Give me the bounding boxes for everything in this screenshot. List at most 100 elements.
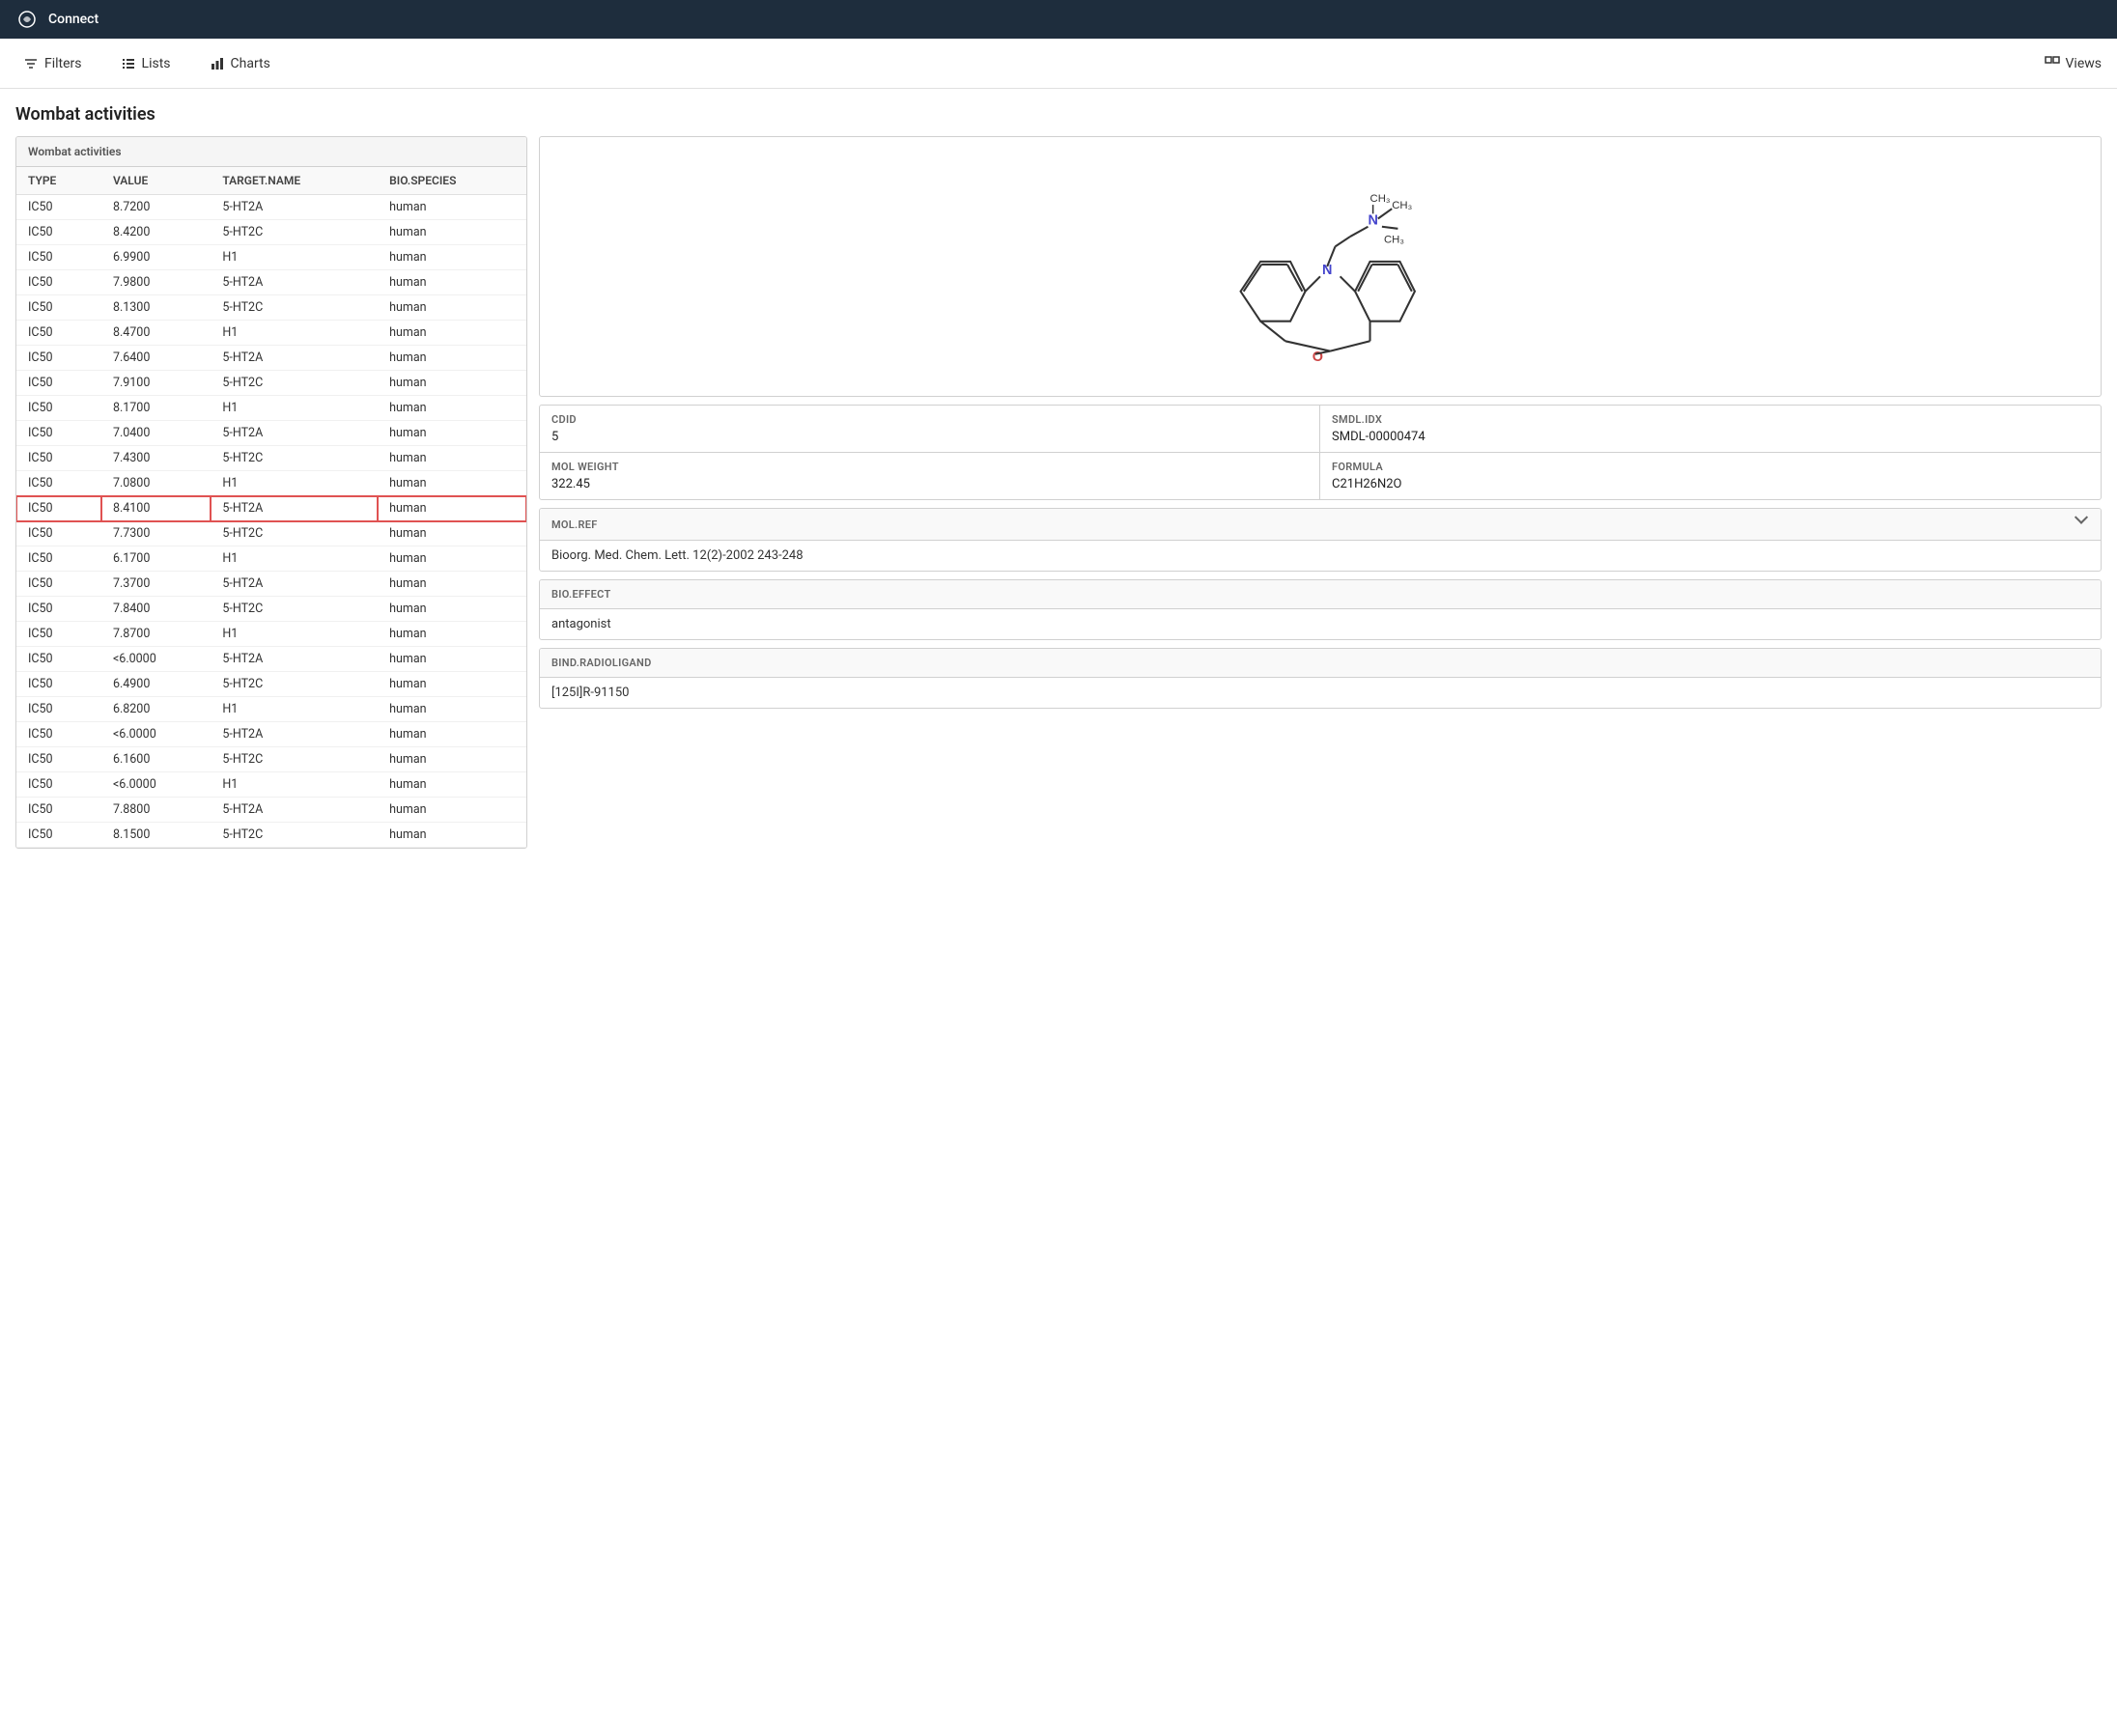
- cell-0-3: human: [378, 195, 526, 220]
- svg-text:O: O: [1313, 350, 1323, 365]
- views-icon: [2045, 56, 2060, 71]
- cell-15-1: 7.3700: [101, 572, 211, 597]
- table-row[interactable]: IC50<6.00005-HT2Ahuman: [16, 722, 526, 747]
- cell-1-3: human: [378, 220, 526, 245]
- cell-18-3: human: [378, 647, 526, 672]
- smdl-label: SMDL.IDX: [1332, 413, 2089, 426]
- table-row[interactable]: IC506.9900H1human: [16, 245, 526, 270]
- smdl-value: SMDL-00000474: [1332, 430, 2089, 444]
- cell-16-3: human: [378, 597, 526, 622]
- table-row[interactable]: IC507.91005-HT2Chuman: [16, 371, 526, 396]
- table-row[interactable]: IC507.64005-HT2Ahuman: [16, 346, 526, 371]
- mol-ref-header: MOL.REF: [540, 509, 2101, 541]
- charts-button[interactable]: Charts: [202, 50, 278, 77]
- table-row[interactable]: IC506.8200H1human: [16, 697, 526, 722]
- cell-15-0: IC50: [16, 572, 101, 597]
- svg-text:CH₃: CH₃: [1392, 200, 1412, 211]
- bind-value: [125I]R-91150: [540, 678, 2101, 708]
- cell-13-2: 5-HT2C: [211, 521, 378, 546]
- table-row[interactable]: IC508.72005-HT2Ahuman: [16, 195, 526, 220]
- table-row[interactable]: IC508.15005-HT2Chuman: [16, 823, 526, 848]
- filters-button[interactable]: Filters: [15, 50, 90, 77]
- cell-20-0: IC50: [16, 697, 101, 722]
- table-header-row: TYPE VALUE TARGET.NAME BIO.SPECIES: [16, 167, 526, 195]
- views-button[interactable]: Views: [2045, 56, 2103, 71]
- formula-value: C21H26N2O: [1332, 477, 2089, 491]
- cell-19-1: 6.4900: [101, 672, 211, 697]
- cell-11-0: IC50: [16, 471, 101, 496]
- mol-ref-value: Bioorg. Med. Chem. Lett. 12(2)-2002 243-…: [540, 541, 2101, 571]
- cell-7-2: 5-HT2C: [211, 371, 378, 396]
- cdid-label: CdId: [551, 413, 1308, 426]
- table-row[interactable]: IC507.88005-HT2Ahuman: [16, 798, 526, 823]
- bind-label: BIND.RADIOLIGAND: [540, 649, 2101, 678]
- table-row[interactable]: IC50<6.00005-HT2Ahuman: [16, 647, 526, 672]
- cell-13-1: 7.7300: [101, 521, 211, 546]
- table-row[interactable]: IC506.16005-HT2Chuman: [16, 747, 526, 772]
- table-row[interactable]: IC506.49005-HT2Chuman: [16, 672, 526, 697]
- cell-22-1: 6.1600: [101, 747, 211, 772]
- table-row[interactable]: IC507.84005-HT2Chuman: [16, 597, 526, 622]
- cell-11-1: 7.0800: [101, 471, 211, 496]
- cell-23-1: <6.0000: [101, 772, 211, 798]
- table-row[interactable]: IC508.1700H1human: [16, 396, 526, 421]
- col-value: VALUE: [101, 167, 211, 195]
- cell-22-3: human: [378, 747, 526, 772]
- table-panel-header: Wombat activities: [16, 137, 526, 167]
- cell-7-0: IC50: [16, 371, 101, 396]
- cell-9-2: 5-HT2A: [211, 421, 378, 446]
- svg-text:CH₃: CH₃: [1384, 234, 1404, 245]
- cell-6-2: 5-HT2A: [211, 346, 378, 371]
- cell-25-0: IC50: [16, 823, 101, 848]
- cell-3-3: human: [378, 270, 526, 295]
- cell-9-3: human: [378, 421, 526, 446]
- cell-0-1: 8.7200: [101, 195, 211, 220]
- table-row[interactable]: IC508.4700H1human: [16, 321, 526, 346]
- cell-21-0: IC50: [16, 722, 101, 747]
- page-title: Wombat activities: [15, 104, 2102, 125]
- cell-21-1: <6.0000: [101, 722, 211, 747]
- detail-panel: N O N CH₃ CH₃ CH: [539, 136, 2102, 716]
- cell-12-0: IC50: [16, 496, 101, 521]
- cell-0-2: 5-HT2A: [211, 195, 378, 220]
- lists-label: Lists: [142, 56, 171, 71]
- table-row[interactable]: IC507.37005-HT2Ahuman: [16, 572, 526, 597]
- bio-effect-value: antagonist: [540, 609, 2101, 639]
- table-row[interactable]: IC507.43005-HT2Chuman: [16, 446, 526, 471]
- cell-6-0: IC50: [16, 346, 101, 371]
- table-row[interactable]: IC507.73005-HT2Chuman: [16, 521, 526, 546]
- cell-2-2: H1: [211, 245, 378, 270]
- table-row[interactable]: IC508.42005-HT2Chuman: [16, 220, 526, 245]
- table-row[interactable]: IC507.8700H1human: [16, 622, 526, 647]
- cell-20-2: H1: [211, 697, 378, 722]
- table-row[interactable]: IC508.41005-HT2Ahuman: [16, 496, 526, 521]
- table-panel: Wombat activities TYPE VALUE TARGET.NAME…: [15, 136, 527, 849]
- table-row[interactable]: IC507.04005-HT2Ahuman: [16, 421, 526, 446]
- mol-ref-chevron-icon[interactable]: [2074, 517, 2089, 532]
- lists-icon: [121, 56, 136, 71]
- cell-18-2: 5-HT2A: [211, 647, 378, 672]
- cell-25-2: 5-HT2C: [211, 823, 378, 848]
- table-row[interactable]: IC507.98005-HT2Ahuman: [16, 270, 526, 295]
- cell-8-1: 8.1700: [101, 396, 211, 421]
- cell-14-0: IC50: [16, 546, 101, 572]
- cell-11-3: human: [378, 471, 526, 496]
- table-row[interactable]: IC507.0800H1human: [16, 471, 526, 496]
- cell-18-0: IC50: [16, 647, 101, 672]
- cell-0-0: IC50: [16, 195, 101, 220]
- lists-button[interactable]: Lists: [113, 50, 179, 77]
- cell-6-3: human: [378, 346, 526, 371]
- formula-label: Formula: [1332, 461, 2089, 473]
- col-species: BIO.SPECIES: [378, 167, 526, 195]
- cell-17-0: IC50: [16, 622, 101, 647]
- molecule-viewer: N O N CH₃ CH₃ CH: [539, 136, 2102, 397]
- cell-7-1: 7.9100: [101, 371, 211, 396]
- formula-cell: Formula C21H26N2O: [1320, 453, 2101, 499]
- table-row[interactable]: IC50<6.0000H1human: [16, 772, 526, 798]
- cell-20-3: human: [378, 697, 526, 722]
- table-row[interactable]: IC506.1700H1human: [16, 546, 526, 572]
- table-row[interactable]: IC508.13005-HT2Chuman: [16, 295, 526, 321]
- cell-3-1: 7.9800: [101, 270, 211, 295]
- cell-24-2: 5-HT2A: [211, 798, 378, 823]
- cell-15-2: 5-HT2A: [211, 572, 378, 597]
